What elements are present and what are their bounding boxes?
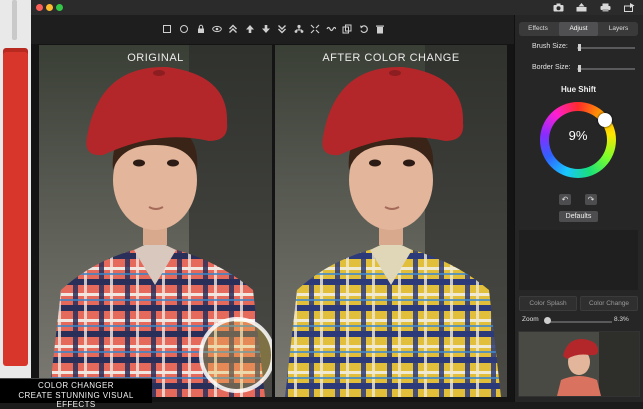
caption-title: COLOR CHANGER <box>38 381 114 390</box>
tab-effects[interactable]: Effects <box>519 22 557 36</box>
original-label: ORIGINAL <box>127 52 184 64</box>
rotate-right-button[interactable]: ↷ <box>585 194 597 205</box>
brush-size-slider[interactable] <box>577 47 635 49</box>
navigator-thumbnail[interactable] <box>518 331 640 397</box>
border-size-slider[interactable] <box>577 68 635 70</box>
brush-size-label: Brush Size: <box>532 43 568 50</box>
paint-roller-icon <box>3 52 28 366</box>
crop-icon[interactable] <box>162 24 172 34</box>
shrink-icon[interactable] <box>310 24 320 34</box>
close-window-button[interactable] <box>36 4 43 11</box>
share-icon[interactable] <box>624 3 635 12</box>
lock-icon[interactable] <box>196 24 206 34</box>
camera-icon[interactable] <box>553 3 564 12</box>
after-photo[interactable] <box>275 45 507 397</box>
color-change-button[interactable]: Color Change <box>580 296 638 311</box>
printer-icon[interactable] <box>600 3 611 12</box>
border-size-knob[interactable] <box>578 65 582 72</box>
paint-roller-handle <box>12 0 17 40</box>
color-splash-button[interactable]: Color Splash <box>519 296 577 311</box>
undo-icon[interactable] <box>359 24 369 34</box>
after-label: AFTER COLOR CHANGE <box>322 52 460 64</box>
wave-icon[interactable] <box>326 24 337 34</box>
rotate-left-button[interactable]: ↶ <box>559 194 571 205</box>
hue-shift-value: 9% <box>568 128 588 143</box>
move-down-one-icon[interactable] <box>261 24 271 34</box>
tree-icon[interactable] <box>294 24 304 34</box>
move-down-icon[interactable] <box>277 24 287 34</box>
border-size-label: Border Size: <box>532 64 571 71</box>
panel-empty-area <box>519 230 638 290</box>
minimize-window-button[interactable] <box>46 4 53 11</box>
zoom-slider-knob[interactable] <box>544 317 551 324</box>
move-up-one-icon[interactable] <box>245 24 255 34</box>
zoom-slider[interactable] <box>546 321 612 323</box>
original-photo[interactable] <box>39 45 272 397</box>
brush-size-knob[interactable] <box>578 44 582 51</box>
hue-shift-title: Hue Shift <box>560 85 597 94</box>
move-up-icon[interactable] <box>228 24 238 34</box>
defaults-button[interactable]: Defaults <box>559 211 598 222</box>
eye-icon[interactable] <box>212 24 222 34</box>
tab-adjust[interactable]: Adjust <box>559 22 598 36</box>
zoom-window-button[interactable] <box>56 4 63 11</box>
zoom-value: 8.3% <box>614 316 629 323</box>
zoom-label: Zoom <box>522 316 539 323</box>
rotate-left-icon: ↶ <box>561 195 569 204</box>
toolbar <box>31 15 514 44</box>
upload-icon[interactable] <box>576 3 587 12</box>
tab-layers[interactable]: Layers <box>599 22 638 36</box>
copy-icon[interactable] <box>342 24 352 34</box>
caption-subtitle: CREATE STUNNING VISUAL EFFECTS <box>18 391 134 409</box>
rotate-right-icon: ↷ <box>587 195 595 204</box>
hue-wheel-knob[interactable] <box>598 113 612 127</box>
trash-icon[interactable] <box>375 24 385 34</box>
adjust-icon[interactable] <box>179 24 189 34</box>
title-bar <box>31 0 643 16</box>
